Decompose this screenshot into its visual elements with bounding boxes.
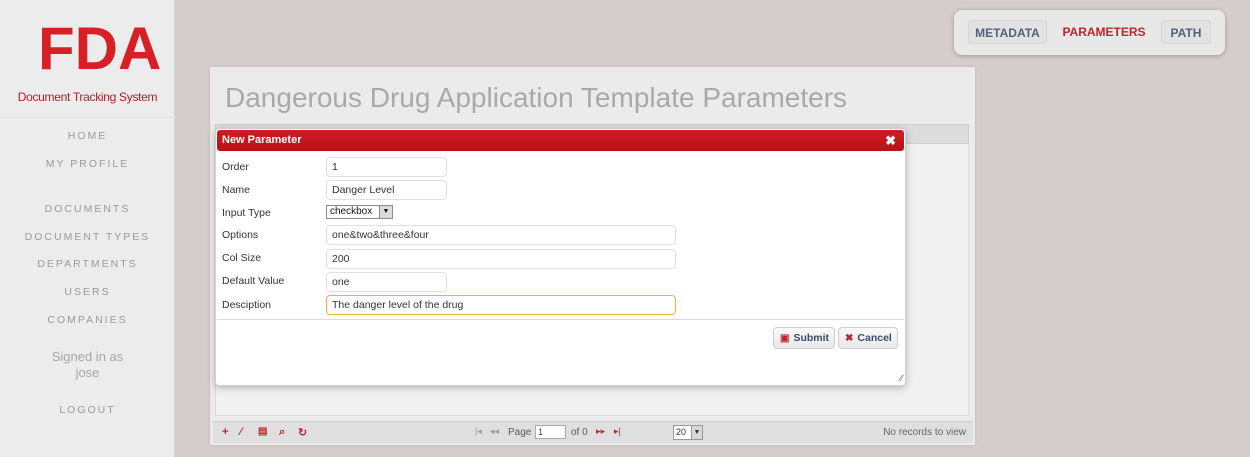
logo: FDA bbox=[38, 15, 162, 82]
signed-in-label: Signed in as bbox=[51, 349, 124, 364]
nav-documents[interactable]: DOCUMENTS bbox=[0, 203, 175, 215]
edit-icon[interactable]: ∕ bbox=[240, 426, 242, 438]
nav-logout[interactable]: LOGOUT bbox=[0, 404, 175, 416]
tab-path[interactable]: PATH bbox=[1161, 20, 1211, 44]
input-type-select[interactable]: checkbox ▼ bbox=[326, 205, 393, 219]
resize-handle-icon[interactable]: ∕∕ bbox=[900, 373, 903, 383]
signed-in-user: jose bbox=[75, 365, 100, 380]
order-label: Order bbox=[222, 161, 249, 173]
col-size-field[interactable] bbox=[326, 249, 676, 269]
page-size-value: 20 bbox=[676, 427, 687, 437]
first-page-icon[interactable]: |◂ bbox=[475, 426, 482, 437]
close-icon[interactable]: ✖ bbox=[885, 133, 896, 149]
save-icon: ▣ bbox=[780, 333, 790, 344]
tab-parameters[interactable]: PARAMETERS bbox=[1057, 20, 1151, 44]
page-title: Dangerous Drug Application Template Para… bbox=[225, 82, 848, 113]
page-label: Page bbox=[508, 427, 532, 438]
order-field[interactable] bbox=[326, 157, 447, 177]
chevron-down-icon: ▼ bbox=[691, 426, 702, 439]
description-label: Desciption bbox=[222, 299, 272, 311]
default-value-field[interactable] bbox=[326, 272, 447, 292]
nav-document-types[interactable]: DOCUMENT TYPES bbox=[0, 231, 175, 243]
cancel-label: Cancel bbox=[857, 332, 892, 344]
dialog-header: New Parameter ✖ bbox=[217, 130, 904, 151]
dialog-title: New Parameter bbox=[222, 134, 302, 146]
options-field[interactable] bbox=[326, 225, 676, 245]
refresh-icon[interactable]: ↻ bbox=[298, 426, 307, 439]
app-subtitle: Document Tracking System bbox=[17, 90, 158, 104]
sidebar-divider bbox=[0, 117, 175, 118]
prev-page-icon[interactable]: ◂◂ bbox=[490, 426, 499, 437]
col-size-label: Col Size bbox=[222, 252, 262, 264]
search-icon[interactable]: ⌕ bbox=[279, 426, 285, 439]
last-page-icon[interactable]: ▸| bbox=[614, 426, 621, 437]
signed-in-info: Signed in as jose bbox=[0, 349, 175, 381]
cancel-button[interactable]: ✖ Cancel bbox=[838, 327, 898, 349]
chevron-down-icon: ▼ bbox=[379, 206, 392, 218]
nav-my-profile[interactable]: MY PROFILE bbox=[0, 158, 175, 170]
nav-users[interactable]: USERS bbox=[0, 286, 175, 298]
records-status: No records to view bbox=[883, 427, 966, 438]
section-tabs: METADATA PARAMETERS PATH bbox=[954, 10, 1225, 55]
nav-companies[interactable]: COMPANIES bbox=[0, 314, 175, 326]
next-page-icon[interactable]: ▸▸ bbox=[596, 426, 605, 437]
name-label: Name bbox=[222, 184, 251, 196]
nav-home[interactable]: HOME bbox=[0, 130, 175, 142]
sidebar: FDA Document Tracking System HOME MY PRO… bbox=[0, 0, 175, 457]
default-value-label: Default Value bbox=[222, 275, 285, 287]
page-number-input[interactable] bbox=[535, 425, 566, 439]
add-icon[interactable]: + bbox=[222, 426, 228, 438]
input-type-label: Input Type bbox=[222, 207, 271, 219]
description-field[interactable] bbox=[326, 295, 676, 315]
name-field[interactable] bbox=[326, 180, 447, 200]
tab-metadata[interactable]: METADATA bbox=[968, 20, 1047, 44]
page-count-label: of 0 bbox=[571, 427, 588, 438]
grid-pager: + ∕ ▤ ⌕ ↻ |◂ ◂◂ Page of 0 ▸▸ ▸| 20 ▼ No r… bbox=[213, 421, 973, 443]
submit-label: Submit bbox=[793, 332, 830, 344]
page-size-select[interactable]: 20 ▼ bbox=[673, 425, 703, 440]
submit-button[interactable]: ▣ Submit bbox=[773, 327, 835, 349]
input-type-value: checkbox bbox=[330, 206, 373, 217]
dialog-divider bbox=[217, 319, 904, 320]
delete-icon[interactable]: ▤ bbox=[258, 426, 267, 437]
options-label: Options bbox=[222, 229, 259, 241]
new-parameter-dialog: New Parameter ✖ Order Name Input Type ch… bbox=[215, 128, 906, 386]
nav-departments[interactable]: DEPARTMENTS bbox=[0, 258, 175, 270]
cancel-icon: ✖ bbox=[845, 333, 854, 344]
